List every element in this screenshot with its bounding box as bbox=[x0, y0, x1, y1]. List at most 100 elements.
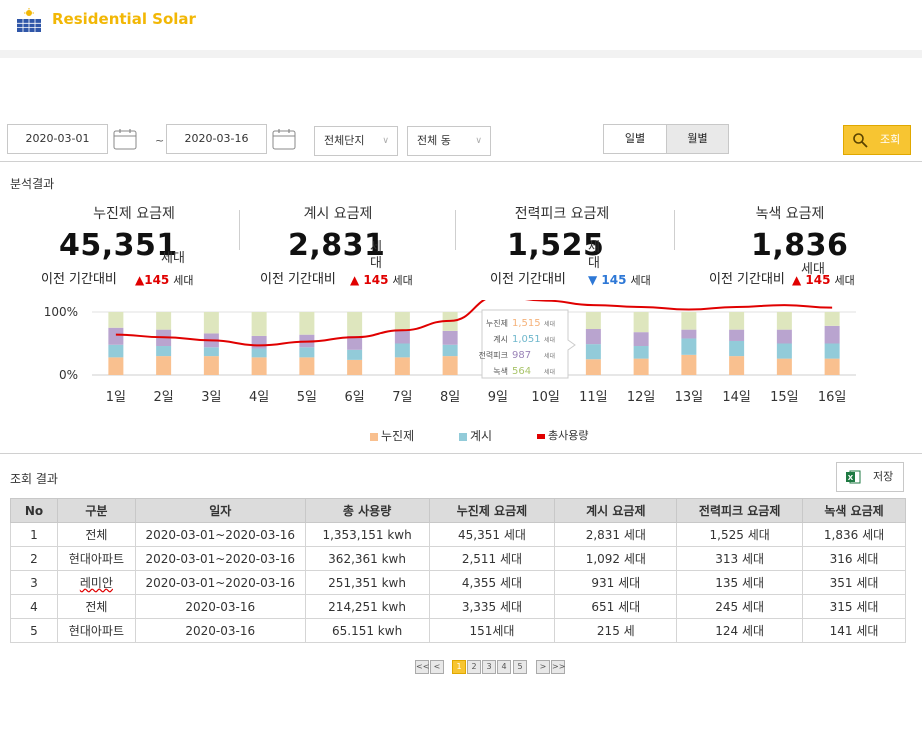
bar-segment bbox=[299, 357, 315, 375]
kpi-delta: ▲ 145 세대 bbox=[350, 272, 413, 288]
table-cell: 151세대 bbox=[428, 618, 556, 643]
table-cell: 2,511 세대 bbox=[428, 546, 556, 571]
period-monthly-button[interactable]: 월별 bbox=[666, 125, 728, 153]
column-header: 계시 요금제 bbox=[554, 498, 678, 523]
table-cell: 2020-03-01~2020-03-16 bbox=[134, 522, 306, 547]
table-cell: 124 세대 bbox=[676, 618, 804, 643]
tooltip-value: 564 bbox=[512, 366, 531, 377]
tooltip-unit: 세대 bbox=[544, 368, 555, 376]
first-page-button[interactable]: << bbox=[415, 660, 429, 674]
end-date-input[interactable]: 2020-03-16 bbox=[166, 124, 267, 154]
svg-text:X: X bbox=[848, 474, 854, 482]
bar-segment bbox=[347, 312, 363, 336]
table-cell: 316 세대 bbox=[802, 546, 906, 571]
bar-segment bbox=[585, 359, 601, 375]
table-cell: 전체 bbox=[56, 594, 136, 619]
table-cell: 2020-03-01~2020-03-16 bbox=[134, 546, 306, 571]
x-tick-label: 15일 bbox=[770, 390, 799, 405]
calendar-icon[interactable] bbox=[113, 128, 137, 150]
table-cell: 1,525 세대 bbox=[676, 522, 804, 547]
bar-segment bbox=[442, 330, 458, 345]
table-cell: 245 세대 bbox=[676, 594, 804, 619]
bar-segment bbox=[633, 332, 649, 347]
x-tick-label: 12일 bbox=[627, 390, 656, 405]
tooltip-label: 전력피크 bbox=[479, 350, 508, 360]
app-title: Residential Solar bbox=[52, 10, 196, 28]
chevron-down-icon: ∨ bbox=[382, 136, 389, 146]
x-tick-label: 10일 bbox=[531, 390, 560, 405]
solar-panel-icon bbox=[17, 8, 41, 32]
bar-segment bbox=[203, 356, 219, 375]
legend-swatch bbox=[370, 432, 378, 441]
legend-label: 계시 bbox=[470, 429, 493, 443]
table-cell: 현대아파트 bbox=[56, 618, 136, 643]
table-cell: 1,836 세대 bbox=[802, 522, 906, 547]
legend-swatch bbox=[459, 432, 467, 441]
bar-segment bbox=[108, 357, 124, 375]
page-button[interactable]: 2 bbox=[467, 660, 481, 674]
table-cell: 1,092 세대 bbox=[554, 546, 678, 571]
kpi-title: 계시 요금제 bbox=[303, 206, 373, 222]
building-select[interactable]: 전체 동 ∨ bbox=[407, 126, 491, 156]
prev-page-button[interactable]: < bbox=[430, 660, 444, 674]
kpi-delta-unit: 세대 bbox=[834, 274, 855, 287]
table-header-row: No 구분 일자 총 사용량 누진제 요금제 계시 요금제 전력피크 요금제 녹… bbox=[10, 498, 906, 523]
bar-segment bbox=[585, 312, 601, 330]
legend-swatch bbox=[537, 433, 545, 439]
page-button[interactable]: 5 bbox=[513, 660, 527, 674]
triangle-up-icon: ▲ bbox=[792, 273, 802, 287]
bar-segment bbox=[347, 359, 363, 375]
period-toggle: 일별 월별 bbox=[603, 124, 729, 154]
excel-icon: X bbox=[846, 470, 861, 484]
bar-segment bbox=[585, 344, 601, 360]
bar-segment bbox=[681, 329, 697, 339]
period-daily-button[interactable]: 일별 bbox=[604, 125, 666, 153]
page-button[interactable]: 4 bbox=[497, 660, 511, 674]
start-date-input[interactable]: 2020-03-01 bbox=[7, 124, 108, 154]
table-cell: 전체 bbox=[56, 522, 136, 547]
bar-segment bbox=[824, 343, 840, 359]
bar-segment bbox=[203, 347, 219, 357]
bar-segment bbox=[633, 358, 649, 375]
tooltip-value: 1,515 bbox=[512, 318, 541, 329]
save-excel-button[interactable]: X 저장 bbox=[836, 462, 904, 492]
bar-segment bbox=[633, 346, 649, 359]
next-page-button[interactable]: > bbox=[536, 660, 550, 674]
kpi-delta-unit: 세대 bbox=[173, 274, 194, 287]
kpi-delta-unit: 세대 bbox=[630, 274, 651, 287]
kpi-delta-unit: 세대 bbox=[392, 274, 413, 287]
analysis-title: 분석결과 bbox=[10, 177, 55, 191]
x-tick-label: 8일 bbox=[440, 390, 460, 405]
page-button[interactable]: 1 bbox=[452, 660, 466, 674]
kpi-card-peak: 전력피크 요금제 1,525 세대 이전 기간대비 ▼ 145 세대 bbox=[452, 200, 672, 295]
bar-segment bbox=[729, 312, 745, 330]
tooltip-unit: 세대 bbox=[544, 352, 555, 360]
calendar-icon[interactable] bbox=[272, 128, 296, 150]
bar-segment bbox=[681, 338, 697, 355]
x-tick-label: 13일 bbox=[675, 390, 704, 405]
column-header: 전력피크 요금제 bbox=[676, 498, 804, 523]
bar-segment bbox=[585, 329, 601, 345]
page-button[interactable]: 3 bbox=[482, 660, 496, 674]
kpi-delta: ▲145 세대 bbox=[135, 272, 194, 288]
complex-select[interactable]: 전체단지 ∨ bbox=[314, 126, 398, 156]
search-button[interactable]: 조회 bbox=[843, 125, 911, 155]
x-tick-label: 5일 bbox=[297, 390, 317, 405]
filter-bar: 2020-03-01 ~ 2020-03-16 전체단지 ∨ 전체 동 ∨ 일별… bbox=[0, 124, 922, 158]
table-cell: 레미안 bbox=[56, 570, 136, 595]
table-cell: 315 세대 bbox=[802, 594, 906, 619]
x-tick-label: 3일 bbox=[201, 390, 221, 405]
last-page-button[interactable]: >> bbox=[551, 660, 565, 674]
x-tick-label: 1일 bbox=[106, 390, 126, 405]
y-tick-label: 0% bbox=[59, 368, 78, 382]
bar-segment bbox=[156, 312, 172, 330]
bar-segment bbox=[729, 329, 745, 341]
y-tick-label: 100% bbox=[44, 305, 78, 319]
table-cell: 2020-03-01~2020-03-16 bbox=[134, 570, 306, 595]
bar-segment bbox=[681, 312, 697, 330]
results-table: No 구분 일자 총 사용량 누진제 요금제 계시 요금제 전력피크 요금제 녹… bbox=[10, 498, 906, 643]
save-button-label: 저장 bbox=[873, 470, 894, 483]
column-header: 총 사용량 bbox=[304, 498, 430, 523]
bar-segment bbox=[776, 343, 792, 359]
kpi-delta-value: 145 bbox=[144, 273, 170, 287]
